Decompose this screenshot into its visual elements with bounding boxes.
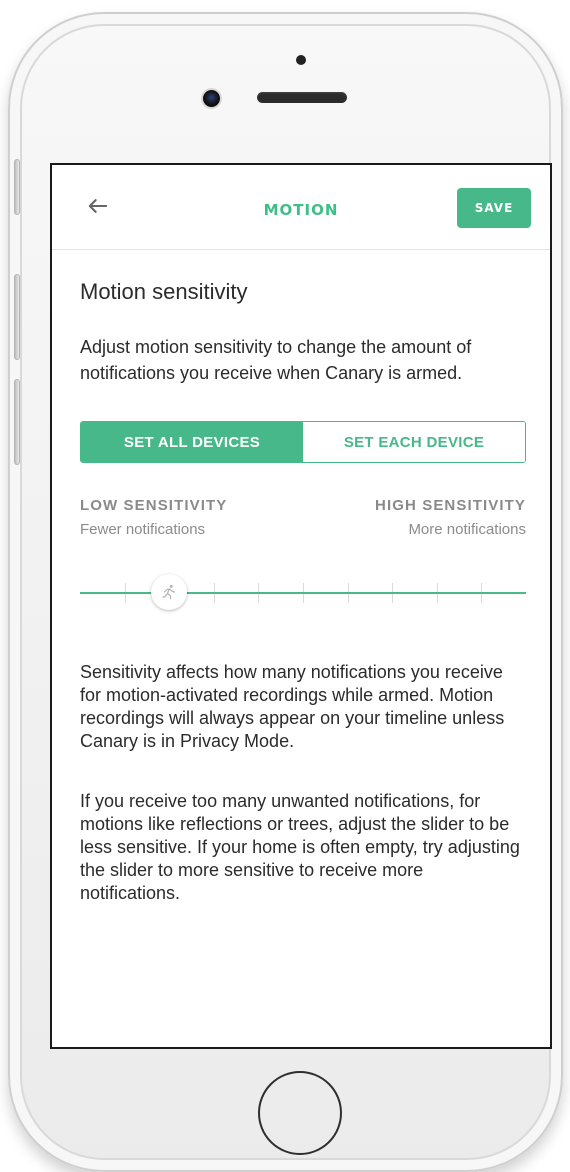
sensitivity-labels: LOW SENSITIVITY Fewer notifications HIGH…	[80, 497, 526, 547]
slider-tick	[348, 583, 349, 603]
save-button[interactable]: SAVE	[457, 188, 531, 228]
section-heading: Motion sensitivity	[80, 279, 248, 304]
phone-screen: MOTION SAVE Motion sensitivity Adjust mo…	[50, 163, 552, 1049]
sensitivity-advice: If you receive too many unwanted notific…	[80, 791, 520, 903]
top-bar: MOTION SAVE	[52, 165, 550, 250]
high-sensitivity-group: HIGH SENSITIVITY More notifications	[316, 497, 526, 539]
slider-tick	[392, 583, 393, 603]
settings-content: Motion sensitivity Adjust motion sensiti…	[80, 250, 526, 1047]
slider-tick	[125, 583, 126, 603]
set-each-device-tab[interactable]: SET EACH DEVICE	[303, 422, 525, 462]
volume-up-button[interactable]	[14, 274, 20, 360]
home-button[interactable]	[258, 1071, 342, 1155]
sensor-dot	[296, 55, 306, 65]
mute-switch[interactable]	[14, 159, 20, 215]
sensitivity-description: Sensitivity affects how many notificatio…	[80, 662, 505, 751]
speaker-grille	[257, 92, 347, 103]
slider-tick	[258, 583, 259, 603]
front-camera	[203, 90, 220, 107]
phone-frame: MOTION SAVE Motion sensitivity Adjust mo…	[8, 12, 563, 1172]
high-sensitivity-subtitle: More notifications	[408, 521, 526, 538]
intro-text: Adjust motion sensitivity to change the …	[80, 337, 472, 383]
low-sensitivity-label: LOW SENSITIVITY	[80, 497, 228, 514]
device-scope-toggle: SET ALL DEVICES SET EACH DEVICE	[80, 421, 526, 463]
slider-tick	[303, 583, 304, 603]
set-all-devices-tab[interactable]: SET ALL DEVICES	[81, 422, 303, 462]
sensitivity-slider[interactable]	[80, 574, 526, 610]
slider-tick	[437, 583, 438, 603]
slider-thumb[interactable]	[151, 574, 187, 610]
running-person-icon	[162, 584, 175, 600]
low-sensitivity-subtitle: Fewer notifications	[80, 521, 206, 538]
volume-down-button[interactable]	[14, 379, 20, 465]
high-sensitivity-label: HIGH SENSITIVITY	[375, 497, 526, 514]
slider-tick	[481, 583, 482, 603]
low-sensitivity-group: LOW SENSITIVITY Fewer notifications	[80, 497, 290, 539]
slider-tick	[214, 583, 215, 603]
